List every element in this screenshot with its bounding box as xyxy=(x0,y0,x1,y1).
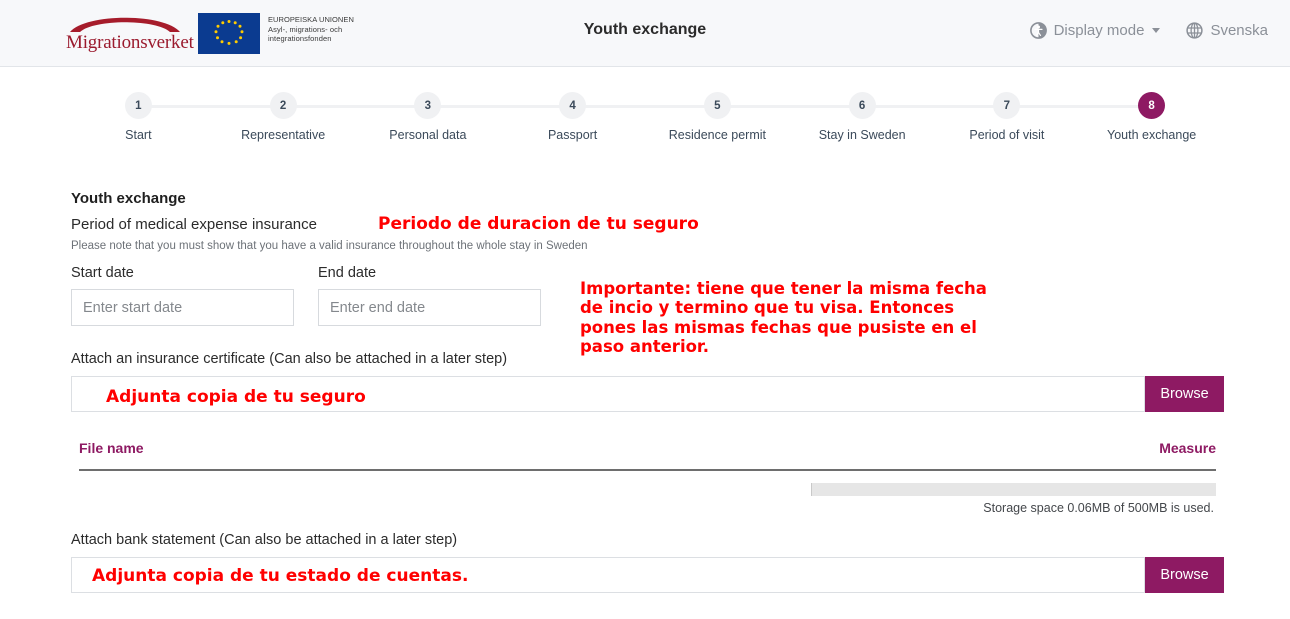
step-number: 4 xyxy=(559,92,587,119)
step-3[interactable]: 3 Personal data xyxy=(356,92,573,142)
step-connector xyxy=(283,105,428,108)
language-switcher[interactable]: Svenska xyxy=(1186,22,1268,39)
progress-stepper: 1 Start 2 Representative 3 Personal data 4 Pass… xyxy=(0,92,1290,162)
insurance-date-range: Start date End date xyxy=(71,265,1224,326)
page-header: Migrationsverket EUROPEISKA UNIONEN Asyl… xyxy=(0,0,1290,67)
start-date-label: Start date xyxy=(71,265,134,281)
step-2[interactable]: 2 Representative xyxy=(211,92,428,142)
end-date-group: End date xyxy=(318,265,547,326)
insurance-file-input[interactable] xyxy=(71,376,1145,412)
end-date-input[interactable] xyxy=(318,289,541,326)
step-connector xyxy=(138,105,284,108)
step-number: 2 xyxy=(269,92,297,119)
bank-browse-button[interactable]: Browse xyxy=(1145,557,1224,593)
bank-file-input[interactable] xyxy=(71,557,1145,593)
step-connector xyxy=(1006,105,1152,108)
column-measure: Measure xyxy=(1159,440,1216,456)
main-content: Youth exchange Period of medical expense… xyxy=(0,190,1290,593)
step-connector xyxy=(862,105,1007,108)
step-number: 1 xyxy=(124,92,152,119)
step-label: Residence permit xyxy=(668,128,766,142)
table-header-row: File name Measure xyxy=(79,440,1216,471)
step-number: 6 xyxy=(848,92,876,119)
step-label: Period of visit xyxy=(969,128,1045,142)
display-mode-label: Display mode xyxy=(1053,22,1145,39)
insurance-attach-label: Attach an insurance certificate (Can als… xyxy=(71,351,508,367)
section-title: Youth exchange xyxy=(71,190,186,207)
start-date-input[interactable] xyxy=(71,289,294,326)
step-label: Passport xyxy=(547,128,598,142)
step-label: Start xyxy=(125,128,152,142)
display-mode-menu[interactable]: Display mode xyxy=(1029,22,1161,39)
header-actions: Display mode Svenska xyxy=(1029,22,1268,39)
chevron-down-icon xyxy=(1152,28,1161,33)
step-connector xyxy=(427,105,573,108)
step-4[interactable]: 4 Passport xyxy=(500,92,718,142)
step-7[interactable]: 7 Period of visit xyxy=(935,92,1152,142)
storage-usage: Storage space 0.06MB of 500MB is used. xyxy=(79,483,1216,515)
step-number: 8 xyxy=(1138,92,1166,119)
accessibility-icon xyxy=(1029,22,1047,39)
insurance-browse-button[interactable]: Browse xyxy=(1145,376,1224,412)
step-label: Stay in Sweden xyxy=(818,128,906,142)
storage-progress-bar xyxy=(811,483,1216,496)
step-8[interactable]: 8 Youth exchange xyxy=(1079,92,1224,142)
step-number: 3 xyxy=(414,92,442,119)
end-date-label: End date xyxy=(318,265,377,281)
step-1[interactable]: 1 Start xyxy=(66,92,284,142)
globe-icon xyxy=(1186,22,1204,39)
step-list: 1 Start 2 Representative 3 Personal data 4 Pass… xyxy=(0,92,1290,142)
step-label: Representative xyxy=(241,128,326,142)
uploaded-files-table: File name Measure Storage space 0.06MB o… xyxy=(71,440,1224,515)
step-6[interactable]: 6 Stay in Sweden xyxy=(790,92,1007,142)
step-label: Youth exchange xyxy=(1107,128,1197,142)
insurance-note: Please note that you must show that you … xyxy=(71,240,588,252)
step-label: Personal data xyxy=(389,128,467,142)
step-number: 7 xyxy=(993,92,1021,119)
insurance-attach-row: Browse xyxy=(71,376,1224,412)
column-file-name: File name xyxy=(79,440,144,456)
step-connector xyxy=(572,105,718,108)
language-label: Svenska xyxy=(1210,22,1268,39)
bank-attach-label: Attach bank statement (Can also be attac… xyxy=(71,532,458,548)
step-5[interactable]: 5 Residence permit xyxy=(645,92,863,142)
step-number: 5 xyxy=(703,92,731,119)
insurance-period-heading: Period of medical expense insurance xyxy=(71,216,317,233)
start-date-group: Start date xyxy=(71,265,300,326)
bank-attach-row: Browse xyxy=(71,557,1224,593)
step-connector xyxy=(717,105,863,108)
storage-usage-text: Storage space 0.06MB of 500MB is used. xyxy=(983,501,1214,515)
